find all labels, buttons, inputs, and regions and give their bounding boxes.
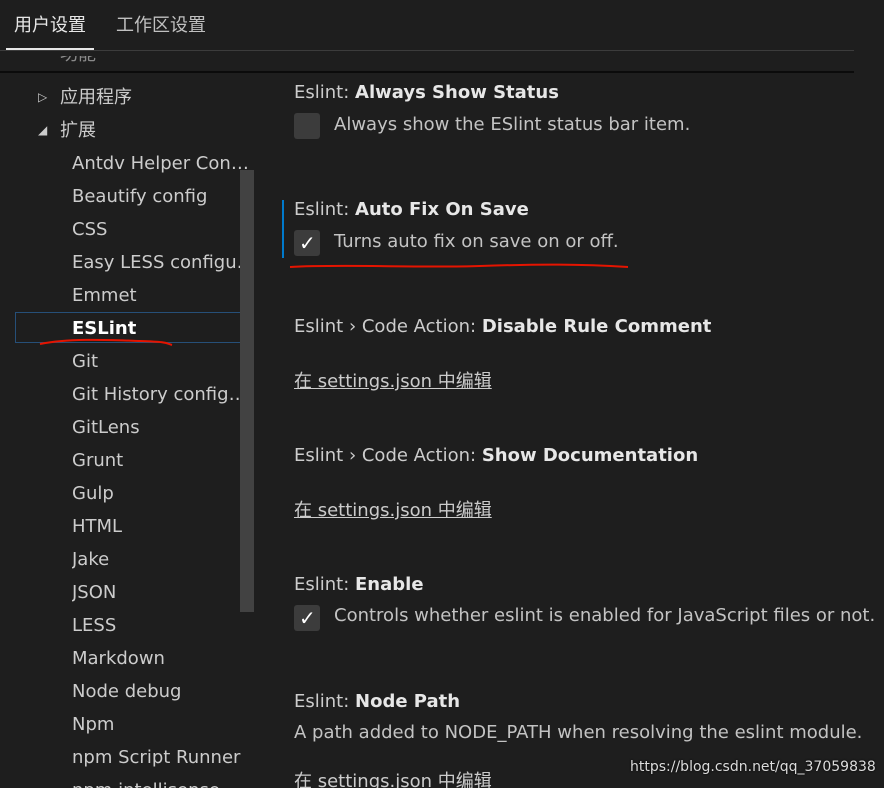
checkmark-icon: ✓ [299,231,316,255]
edit-in-settings-json-link[interactable]: 在 settings.json 中编辑 [294,367,492,393]
setting-auto-fix-on-save: Eslint: Auto Fix On Save [294,199,529,220]
tree-item-json[interactable]: JSON [72,579,256,607]
auto-fix-underline-annotation [289,263,629,268]
edit-in-settings-json-link[interactable]: 在 settings.json 中编辑 [294,767,492,788]
header-divider [0,71,854,73]
setting-title: Eslint › Code Action: Show Documentation [294,445,699,466]
tree-item-grunt[interactable]: Grunt [72,447,256,475]
setting-always-show-status: Eslint: Always Show Status [294,82,559,103]
tree-item-node-debug[interactable]: Node debug [72,678,256,706]
tab-workspace-settings[interactable]: 工作区设置 [112,12,210,48]
setting-enable: Eslint: Enable [294,574,424,595]
enable-checkbox[interactable]: ✓ [294,605,320,631]
tree-item-emmet[interactable]: Emmet [72,282,256,310]
auto-fix-on-save-checkbox[interactable]: ✓ [294,230,320,256]
always-show-status-checkbox[interactable] [294,113,320,139]
tree-item-git[interactable]: Git [72,348,256,376]
chevron-right-icon[interactable]: ▷ [38,90,47,104]
tree-item-less[interactable]: LESS [72,612,256,640]
tree-item-css[interactable]: CSS [72,216,256,244]
setting-description: Always show the ESlint status bar item. [334,114,691,135]
tree-item-npm[interactable]: Npm [72,711,256,739]
setting-description: Turns auto fix on save on or off. [334,231,619,252]
tree-item-eslint[interactable]: ESLint [72,315,256,343]
tree-item-antdv[interactable]: Antdv Helper Confi... [72,150,256,178]
chevron-down-icon[interactable]: ◢ [38,123,47,137]
tree-item-gitlens[interactable]: GitLens [72,414,256,442]
tree-scrollbar[interactable] [240,170,254,612]
tree-item-git-history[interactable]: Git History configur... [72,381,256,409]
tab-user-settings[interactable]: 用户设置 [6,12,94,50]
setting-title: Eslint: Enable [294,574,424,595]
tree-item-html[interactable]: HTML [72,513,256,541]
setting-title: Eslint: Node Path [294,691,461,712]
setting-node-path: Eslint: Node Path [294,691,460,712]
tree-item-npm-intellisense[interactable]: npm intellisense [72,777,256,788]
settings-tabs: 用户设置 工作区设置 [0,0,854,51]
watermark: https://blog.csdn.net/qq_37059838 [630,759,876,775]
tree-item-extensions[interactable]: 扩展 [60,117,96,145]
edit-in-settings-json-link[interactable]: 在 settings.json 中编辑 [294,496,492,522]
setting-disable-rule-comment: Eslint › Code Action: Disable Rule Comme… [294,316,711,337]
tree-item-npm-script-runner[interactable]: npm Script Runner [72,744,256,772]
tree-item-cut: 功能 [60,56,120,70]
setting-description: A path added to NODE_PATH when resolving… [294,722,863,743]
focused-setting-indicator [282,200,284,258]
setting-description: Controls whether eslint is enabled for J… [334,605,876,626]
tree-item-gulp[interactable]: Gulp [72,480,256,508]
setting-title: Eslint: Always Show Status [294,82,559,103]
tree-item-jake[interactable]: Jake [72,546,256,574]
setting-title: Eslint › Code Action: Disable Rule Comme… [294,316,712,337]
tree-item-easy-less[interactable]: Easy LESS configur... [72,249,256,277]
tree-item-beautify[interactable]: Beautify config [72,183,256,211]
setting-title: Eslint: Auto Fix On Save [294,199,529,220]
setting-show-documentation: Eslint › Code Action: Show Documentation [294,445,698,466]
checkmark-icon: ✓ [299,606,316,630]
tree-item-markdown[interactable]: Markdown [72,645,256,673]
tree-item-applications[interactable]: 应用程序 [60,84,132,112]
